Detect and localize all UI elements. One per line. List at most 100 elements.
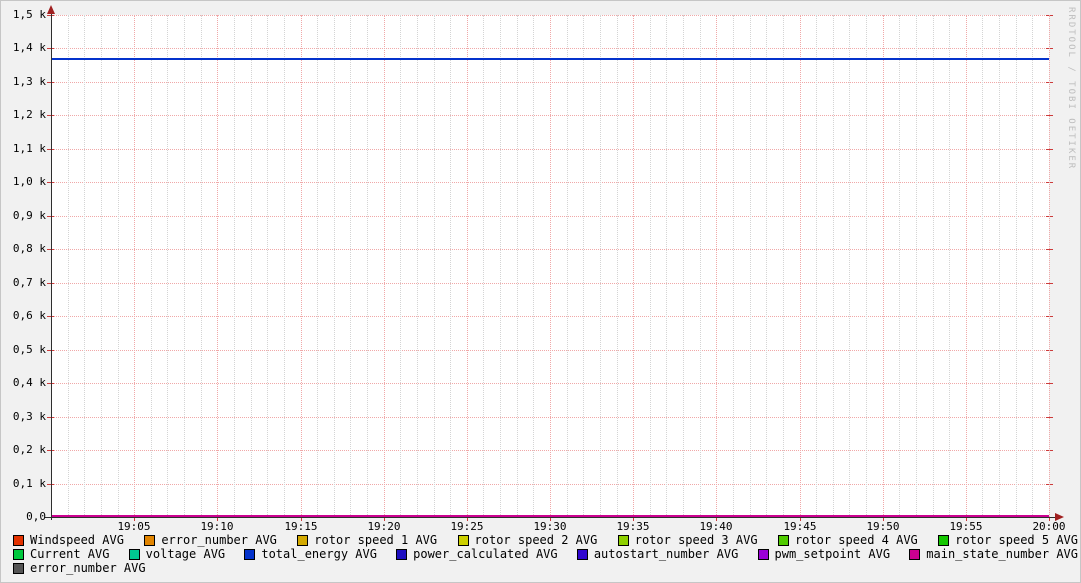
grid-line-v-minor: [184, 15, 185, 517]
legend-row-2: Current AVGvoltage AVGtotal_energy AVGpo…: [13, 547, 1078, 561]
legend-label: total_energy AVG: [261, 548, 377, 561]
grid-line-v-minor: [583, 15, 584, 517]
grid-line-v-major: [217, 15, 218, 517]
legend-row-3: error_number AVG: [13, 561, 1078, 575]
legend-swatch: [938, 535, 949, 546]
grid-line-v-major: [716, 15, 717, 517]
legend-item: rotor speed 4 AVG: [778, 534, 918, 547]
grid-line-v-minor: [284, 15, 285, 517]
y-tick-label: 0,1 k: [1, 478, 46, 490]
grid-line-v-minor: [999, 15, 1000, 517]
legend-swatch: [458, 535, 469, 546]
grid-line-v-minor: [151, 15, 152, 517]
legend-item: rotor speed 2 AVG: [458, 534, 598, 547]
x-tick-label: 19:40: [693, 520, 739, 533]
legend-label: error_number AVG: [161, 534, 277, 547]
grid-line-v-major: [883, 15, 884, 517]
y-tick-label: 1,5 k: [1, 9, 46, 21]
x-tick-label: 19:10: [194, 520, 240, 533]
legend-item: main_state_number AVG: [909, 548, 1078, 561]
grid-line-v-minor: [600, 15, 601, 517]
grid-line-v-minor: [666, 15, 667, 517]
grid-line-v-minor: [1016, 15, 1017, 517]
grid-line-v-major: [467, 15, 468, 517]
legend-label: main_state_number AVG: [926, 548, 1078, 561]
grid-line-v-minor: [517, 15, 518, 517]
grid-line-v-major: [966, 15, 967, 517]
legend-item: error_number AVG: [144, 534, 277, 547]
y-tick-label: 0,9 k: [1, 210, 46, 222]
legend-label: Current AVG: [30, 548, 109, 561]
grid-line-v-minor: [251, 15, 252, 517]
grid-line-v-minor: [101, 15, 102, 517]
y-tick-label: 0,8 k: [1, 243, 46, 255]
grid-line-v-minor: [916, 15, 917, 517]
legend-swatch: [244, 549, 255, 560]
grid-line-v-minor: [450, 15, 451, 517]
grid-line-v-major: [1049, 15, 1050, 517]
y-tick-label: 0,4 k: [1, 377, 46, 389]
x-tick-label: 19:45: [777, 520, 823, 533]
legend-item: error_number AVG: [13, 562, 146, 575]
grid-line-v-minor: [334, 15, 335, 517]
y-tick-label: 0,0: [1, 511, 46, 523]
legend-swatch: [129, 549, 140, 560]
grid-line-v-minor: [167, 15, 168, 517]
grid-line-v-minor: [849, 15, 850, 517]
legend-item: autostart_number AVG: [577, 548, 739, 561]
y-tick-label: 0,2 k: [1, 444, 46, 456]
y-tick-label: 1,3 k: [1, 76, 46, 88]
grid-line-v-minor: [317, 15, 318, 517]
legend-label: rotor speed 2 AVG: [475, 534, 598, 547]
legend-item: rotor speed 5 AVG: [938, 534, 1078, 547]
grid-line-v-minor: [267, 15, 268, 517]
grid-line-v-minor: [350, 15, 351, 517]
legend-swatch: [778, 535, 789, 546]
grid-line-v-minor: [1032, 15, 1033, 517]
grid-line-v-minor: [201, 15, 202, 517]
y-axis-line: [51, 9, 52, 520]
legend-swatch: [13, 563, 24, 574]
legend-label: rotor speed 3 AVG: [635, 534, 758, 547]
grid-line-v-minor: [866, 15, 867, 517]
legend-swatch: [13, 535, 24, 546]
legend-label: rotor speed 4 AVG: [795, 534, 918, 547]
legend-swatch: [144, 535, 155, 546]
x-tick-label: 19:20: [361, 520, 407, 533]
legend-swatch: [13, 549, 24, 560]
grid-line-v-minor: [118, 15, 119, 517]
x-tick-label: 19:50: [860, 520, 906, 533]
grid-line-v-major: [550, 15, 551, 517]
grid-line-v-minor: [533, 15, 534, 517]
y-tick-label: 0,6 k: [1, 310, 46, 322]
legend-label: error_number AVG: [30, 562, 146, 575]
y-axis-arrow-icon: [47, 5, 55, 14]
legend-swatch: [758, 549, 769, 560]
legend-swatch: [297, 535, 308, 546]
legend-item: rotor speed 1 AVG: [297, 534, 437, 547]
grid-line-v-major: [384, 15, 385, 517]
grid-line-v-minor: [68, 15, 69, 517]
y-tick-label: 1,4 k: [1, 42, 46, 54]
grid-line-v-minor: [733, 15, 734, 517]
y-tick-label: 0,5 k: [1, 344, 46, 356]
grid-line-v-minor: [84, 15, 85, 517]
y-tick-label: 1,1 k: [1, 143, 46, 155]
grid-line-v-minor: [434, 15, 435, 517]
grid-line-v-major: [301, 15, 302, 517]
rrdtool-graph: 0,00,1 k0,2 k0,3 k0,4 k0,5 k0,6 k0,7 k0,…: [0, 0, 1081, 583]
watermark-text: RRDTOOL / TOBI OETIKER: [1066, 7, 1076, 170]
x-tick-label: 19:25: [444, 520, 490, 533]
legend-swatch: [396, 549, 407, 560]
legend-label: autostart_number AVG: [594, 548, 739, 561]
legend-item: pwm_setpoint AVG: [758, 548, 891, 561]
x-tick-label: 19:55: [943, 520, 989, 533]
legend-item: Windspeed AVG: [13, 534, 124, 547]
legend-item: rotor speed 3 AVG: [618, 534, 758, 547]
grid-line-v-minor: [949, 15, 950, 517]
grid-line-v-minor: [500, 15, 501, 517]
grid-line-v-minor: [367, 15, 368, 517]
grid-line-v-minor: [933, 15, 934, 517]
legend-swatch: [577, 549, 588, 560]
legend-swatch: [909, 549, 920, 560]
